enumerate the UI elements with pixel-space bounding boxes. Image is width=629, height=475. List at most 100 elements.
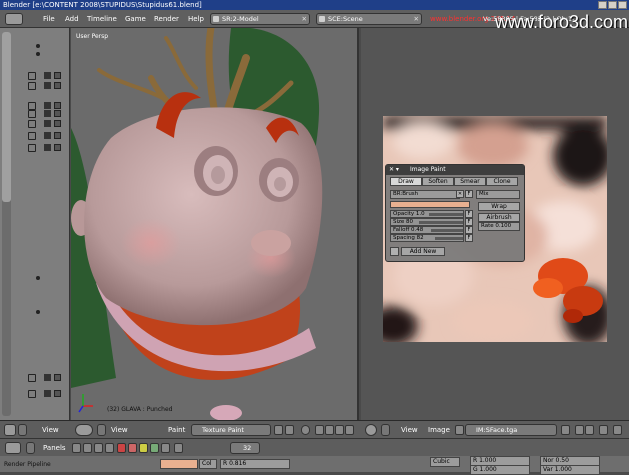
brush-close-icon[interactable]: ✕ <box>456 190 464 198</box>
brush-color-swatch[interactable] <box>390 201 470 208</box>
outliner-row[interactable] <box>14 82 68 91</box>
lock-icon[interactable] <box>599 425 608 435</box>
rate-field[interactable]: Rate 0.100 <box>478 222 520 231</box>
blend-g-slider[interactable]: G 1.000 <box>470 465 530 475</box>
outliner-row[interactable] <box>14 390 68 399</box>
outliner-row[interactable] <box>14 132 68 141</box>
logic-icon[interactable] <box>72 443 81 453</box>
spacing-slider[interactable]: Spacing 82 <box>390 234 464 242</box>
paint-menu[interactable]: Paint <box>168 423 185 437</box>
material-color-swatch[interactable] <box>160 459 198 469</box>
menu-add[interactable]: Add <box>65 13 79 25</box>
airbrush-button[interactable]: Airbrush <box>478 213 520 222</box>
opacity-slider[interactable]: Opacity 1.0 <box>390 210 464 218</box>
panel-header[interactable]: ✕ ▾ Image Paint <box>386 165 524 175</box>
viewport-view-menu[interactable]: View <box>111 423 128 437</box>
3d-viewport[interactable]: User Persp (32) GLAVA: Punched <box>71 28 359 420</box>
window-type-icon[interactable] <box>4 424 16 436</box>
maximize-button[interactable] <box>608 1 617 9</box>
outliner-scrollbar[interactable] <box>2 32 11 416</box>
outliner-row[interactable] <box>14 144 68 153</box>
outliner-row[interactable] <box>14 110 68 119</box>
image-close-icon[interactable] <box>561 425 570 435</box>
restrict-icon[interactable] <box>54 144 61 151</box>
world-icon[interactable] <box>128 443 137 453</box>
tool-draw-button[interactable]: Draw <box>390 177 422 186</box>
expand-icon[interactable] <box>28 374 36 382</box>
header-collapse-icon[interactable] <box>381 424 390 436</box>
restrict-icon[interactable] <box>54 102 61 109</box>
spacing-pressure-button[interactable]: F <box>465 234 473 242</box>
image-selector[interactable]: IM:SFace.tga <box>465 424 557 436</box>
size-slider[interactable]: Size 80 <box>390 218 464 226</box>
col-button[interactable]: Col <box>199 459 217 469</box>
expand-icon[interactable] <box>28 82 36 90</box>
script-icon[interactable] <box>83 443 92 453</box>
render-icon[interactable] <box>613 425 622 435</box>
uv-image-editor[interactable]: ✕ ▾ Image Paint Draw Soften Smear Clone … <box>361 28 629 420</box>
layer-icon[interactable] <box>315 425 324 435</box>
object-icon[interactable] <box>105 443 114 453</box>
header-collapse-icon[interactable] <box>26 442 35 454</box>
expand-icon[interactable] <box>28 102 36 110</box>
restrict-icon[interactable] <box>54 72 61 79</box>
add-new-brush-button[interactable]: Add New <box>401 247 445 256</box>
opacity-pressure-button[interactable]: F <box>465 210 473 218</box>
lamp-icon[interactable] <box>139 443 148 453</box>
layer-icon[interactable] <box>335 425 344 435</box>
outliner-view-menu[interactable]: View <box>42 423 59 437</box>
material-icon[interactable] <box>117 443 126 453</box>
blend-mode-select[interactable]: Mix <box>476 190 520 199</box>
uv-view-menu[interactable]: View <box>401 423 418 437</box>
outliner-row[interactable] <box>14 374 68 383</box>
radiosity-icon[interactable] <box>161 443 170 453</box>
menu-game[interactable]: Game <box>125 13 146 25</box>
close-button[interactable] <box>618 1 627 9</box>
restrict-icon[interactable] <box>54 110 61 117</box>
expand-icon[interactable] <box>28 110 36 118</box>
expand-icon[interactable] <box>28 144 36 152</box>
expand-icon[interactable] <box>28 390 36 398</box>
var-slider[interactable]: Var 1.000 <box>540 465 600 475</box>
menu-timeline[interactable]: Timeline <box>87 13 117 25</box>
restrict-icon[interactable] <box>54 82 61 89</box>
brush-selector[interactable]: BR:Brush <box>390 190 460 199</box>
panels-menu[interactable]: Panels <box>43 441 66 455</box>
menu-file[interactable]: File <box>43 13 55 25</box>
tool-smear-button[interactable]: Smear <box>454 177 486 186</box>
paint-icon[interactable] <box>585 425 594 435</box>
window-type-icon[interactable] <box>75 424 93 436</box>
falloff-pressure-button[interactable]: F <box>465 226 473 234</box>
shading-icon[interactable] <box>285 425 294 435</box>
expand-icon[interactable] <box>28 120 36 128</box>
restrict-icon[interactable] <box>54 120 61 127</box>
pivot-icon[interactable] <box>301 425 310 435</box>
screen-selector[interactable]: SR:2-Model ✕ <box>210 13 310 25</box>
expand-icon[interactable] <box>28 72 36 80</box>
layer-icon[interactable] <box>325 425 334 435</box>
menu-help[interactable]: Help <box>188 13 204 25</box>
cubic-button[interactable]: Cubic <box>430 457 460 467</box>
brush-browse-icon[interactable] <box>390 247 399 256</box>
panel-collapse-icon[interactable]: ✕ ▾ <box>389 165 399 175</box>
tool-soften-button[interactable]: Soften <box>422 177 454 186</box>
image-browse-icon[interactable] <box>455 425 464 435</box>
minimize-button[interactable] <box>598 1 607 9</box>
outliner-row[interactable] <box>14 72 68 81</box>
restrict-icon[interactable] <box>54 132 61 139</box>
layer-icon[interactable] <box>345 425 354 435</box>
scene-selector[interactable]: SCE:Scene ✕ <box>316 13 422 25</box>
falloff-slider[interactable]: Falloff 0.48 <box>390 226 464 234</box>
scrollbar-thumb[interactable] <box>2 32 11 202</box>
outliner-row[interactable] <box>14 120 68 129</box>
restrict-icon[interactable] <box>54 374 61 381</box>
tool-clone-button[interactable]: Clone <box>486 177 518 186</box>
mode-select[interactable]: Texture Paint <box>191 424 271 436</box>
uv-image-menu[interactable]: Image <box>428 423 450 437</box>
expand-icon[interactable] <box>28 132 36 140</box>
restrict-icon[interactable] <box>54 390 61 397</box>
draw-type-icon[interactable] <box>274 425 283 435</box>
pin-icon[interactable] <box>575 425 584 435</box>
window-type-icon[interactable] <box>5 442 21 454</box>
window-type-icon[interactable] <box>5 13 23 25</box>
